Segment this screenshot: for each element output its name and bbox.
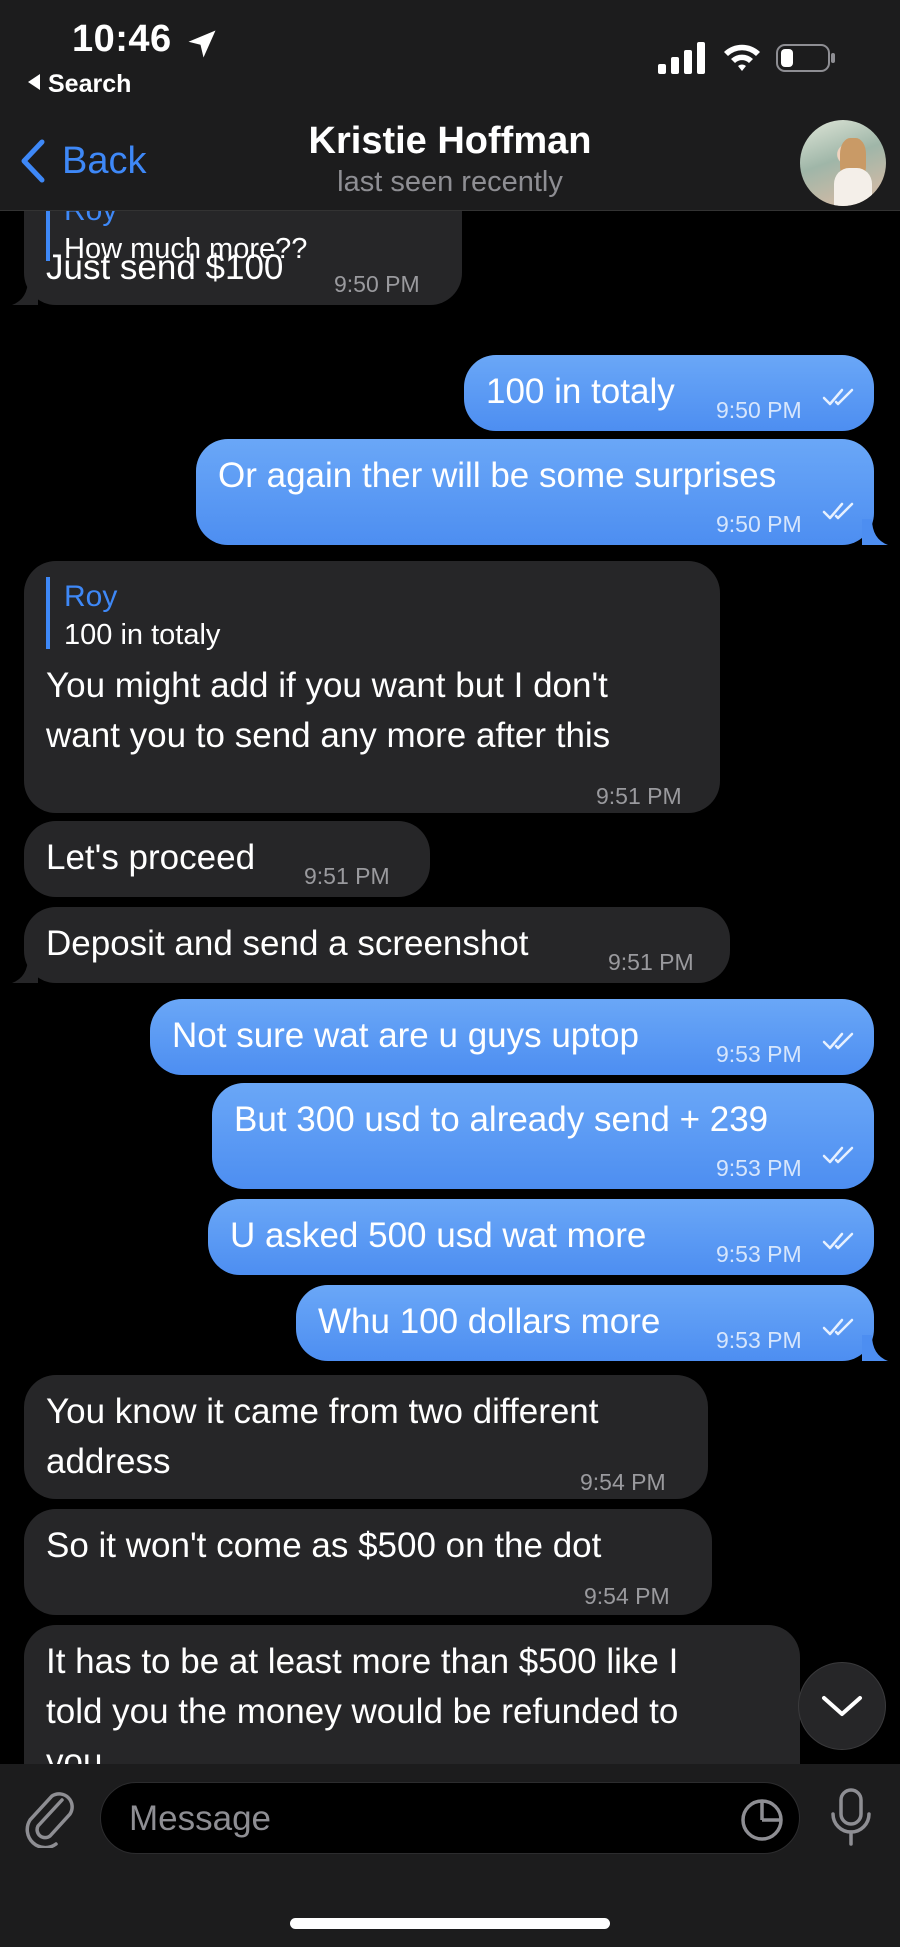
message-time: 9:53 PM bbox=[716, 1041, 802, 1067]
composer-bar bbox=[0, 1764, 900, 1947]
chevron-down-icon bbox=[822, 1696, 862, 1716]
home-indicator[interactable] bbox=[290, 1918, 610, 1929]
message-outgoing[interactable]: But 300 usd to already send + 239 9:53 P… bbox=[212, 1083, 874, 1189]
message-text: Not sure wat are u guys uptop bbox=[172, 1016, 639, 1055]
message-time: 9:51 PM bbox=[608, 949, 694, 975]
message-text: Just send $100 bbox=[46, 248, 284, 287]
message-text: 100 in totaly bbox=[486, 372, 675, 411]
cellular-signal-icon bbox=[658, 42, 705, 74]
message-text: But 300 usd to already send + 239 bbox=[234, 1100, 769, 1139]
bubble-tail bbox=[862, 519, 888, 545]
message-text: Whu 100 dollars more bbox=[318, 1302, 661, 1341]
message-outgoing[interactable]: U asked 500 usd wat more 9:53 PM bbox=[208, 1199, 874, 1275]
message-outgoing[interactable]: 100 in totaly 9:50 PM bbox=[464, 355, 874, 431]
sticker-icon[interactable] bbox=[739, 1797, 785, 1843]
reply-author: Roy bbox=[64, 211, 307, 231]
paperclip-icon[interactable] bbox=[22, 1786, 78, 1848]
message-text: you bbox=[46, 1742, 103, 1764]
message-outgoing[interactable]: Not sure wat are u guys uptop 9:53 PM bbox=[150, 999, 874, 1075]
message-text: address bbox=[46, 1442, 171, 1481]
message-time: 9:53 PM bbox=[716, 1327, 802, 1353]
message-time: 9:54 PM bbox=[580, 1469, 666, 1495]
message-time: 9:53 PM bbox=[716, 1155, 802, 1181]
message-time: 9:54 PM bbox=[584, 1583, 670, 1609]
message-text: So it won't come as $500 on the dot bbox=[46, 1526, 602, 1565]
reply-author: Roy bbox=[64, 580, 118, 613]
message-outgoing[interactable]: Whu 100 dollars more 9:53 PM bbox=[296, 1285, 874, 1361]
message-time: 9:53 PM bbox=[716, 1241, 802, 1267]
message-input[interactable] bbox=[127, 1783, 711, 1855]
message-incoming[interactable]: You know it came from two different addr… bbox=[24, 1375, 708, 1499]
message-text: Or again ther will be some surprises bbox=[218, 456, 777, 495]
message-incoming[interactable]: It has to be at least more than $500 lik… bbox=[24, 1625, 800, 1764]
contact-name[interactable]: Kristie Hoffman bbox=[0, 120, 900, 163]
read-checkmarks-icon bbox=[822, 388, 854, 406]
status-bar: 10:46 Search bbox=[0, 0, 900, 100]
message-list[interactable]: Roy How much more?? Just send $100 9:50 … bbox=[0, 211, 900, 1764]
bubble-tail bbox=[12, 957, 38, 983]
message-incoming[interactable]: So it won't come as $500 on the dot 9:54… bbox=[24, 1509, 712, 1615]
battery-icon bbox=[776, 44, 835, 72]
reply-quote[interactable]: Roy 100 in totaly bbox=[46, 577, 220, 651]
microphone-icon[interactable] bbox=[828, 1786, 874, 1848]
bubble-tail bbox=[12, 279, 38, 305]
message-time: 9:50 PM bbox=[716, 397, 802, 423]
chat-header: Back Kristie Hoffman last seen recently bbox=[0, 100, 900, 211]
read-checkmarks-icon bbox=[822, 1032, 854, 1050]
status-time: 10:46 bbox=[72, 18, 172, 60]
message-incoming[interactable]: Deposit and send a screenshot 9:51 PM bbox=[24, 907, 730, 983]
scroll-to-bottom-button[interactable] bbox=[798, 1662, 886, 1750]
message-incoming[interactable]: Let's proceed 9:51 PM bbox=[24, 821, 430, 897]
back-triangle-icon bbox=[28, 74, 40, 90]
message-time: 9:51 PM bbox=[596, 783, 682, 809]
message-text: You know it came from two different bbox=[46, 1392, 599, 1431]
read-checkmarks-icon bbox=[822, 502, 854, 520]
message-text: Deposit and send a screenshot bbox=[46, 924, 529, 963]
message-text: U asked 500 usd wat more bbox=[230, 1216, 647, 1255]
contact-avatar[interactable] bbox=[800, 120, 886, 206]
message-text: want you to send any more after this bbox=[46, 716, 611, 755]
read-checkmarks-icon bbox=[822, 1146, 854, 1164]
location-arrow-icon bbox=[188, 30, 216, 58]
message-incoming[interactable]: Roy 100 in totaly You might add if you w… bbox=[24, 561, 720, 813]
message-field[interactable] bbox=[100, 1782, 800, 1855]
message-time: 9:50 PM bbox=[334, 271, 420, 297]
bubble-tail bbox=[862, 1335, 888, 1361]
read-checkmarks-icon bbox=[822, 1232, 854, 1250]
reply-text: 100 in totaly bbox=[64, 619, 221, 651]
back-to-search[interactable]: Search bbox=[28, 70, 131, 99]
back-to-search-label: Search bbox=[48, 70, 132, 98]
message-text: Let's proceed bbox=[46, 838, 256, 877]
message-incoming[interactable]: Roy How much more?? Just send $100 9:50 … bbox=[24, 211, 462, 305]
message-outgoing[interactable]: Or again ther will be some surprises 9:5… bbox=[196, 439, 874, 545]
read-checkmarks-icon bbox=[822, 1318, 854, 1336]
message-text: told you the money would be refunded to bbox=[46, 1692, 679, 1731]
message-text: You might add if you want but I don't bbox=[46, 666, 608, 705]
message-text: It has to be at least more than $500 lik… bbox=[46, 1642, 679, 1681]
message-time: 9:51 PM bbox=[304, 863, 390, 889]
message-time: 9:50 PM bbox=[716, 511, 802, 537]
wifi-icon bbox=[724, 44, 760, 71]
last-seen-status: last seen recently bbox=[337, 166, 563, 198]
